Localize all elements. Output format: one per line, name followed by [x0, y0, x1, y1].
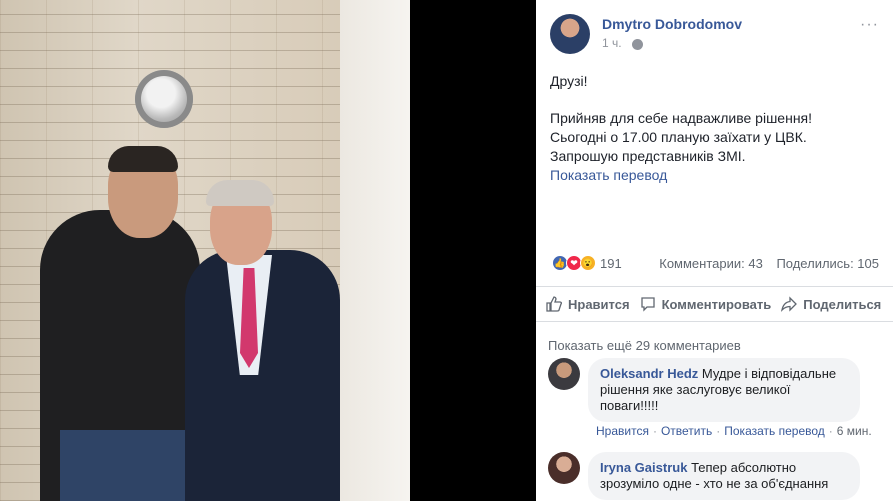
share-button-label: Поделиться	[803, 296, 882, 312]
comment-avatar[interactable]	[548, 358, 580, 390]
like-button[interactable]: Нравится	[546, 296, 630, 312]
comment-like-link[interactable]: Нравится	[596, 424, 649, 438]
comment-time[interactable]: 6 мин.	[837, 424, 872, 438]
comment-author[interactable]: Oleksandr Hedz	[600, 366, 698, 381]
photo-wall-right	[340, 0, 410, 501]
post-greeting: Друзі!	[550, 73, 588, 89]
person-right-hair	[206, 180, 274, 206]
globe-icon	[632, 39, 643, 50]
share-arrow-icon	[781, 296, 798, 312]
reactions-count[interactable]: 191	[600, 256, 622, 271]
comment-button[interactable]: Комментировать	[640, 296, 772, 312]
comments-count[interactable]: Комментарии: 43	[659, 256, 763, 271]
post-text: Друзі! Прийняв для себе надважливе рішен…	[550, 72, 880, 185]
translate-link[interactable]: Показать перевод	[550, 166, 880, 185]
author-avatar[interactable]	[550, 14, 590, 54]
author-name[interactable]: Dmytro Dobrodomov	[602, 16, 742, 32]
comment-meta: Нравится · Ответить · Показать перевод · 6 мин…	[596, 424, 872, 438]
speech-bubble-icon	[640, 296, 656, 312]
comment-translate-link[interactable]: Показать перевод	[724, 424, 825, 438]
shares-count[interactable]: Поделились: 105	[776, 256, 879, 271]
comment-author[interactable]: Iryna Gaistruk	[600, 460, 687, 475]
post-side-panel: Dmytro Dobrodomov 1 ч. ··· Друзі! Прийня…	[536, 0, 893, 501]
comment-bubble: Oleksandr Hedz Мудре і відповідальне ріш…	[588, 358, 860, 422]
post-counts: Комментарии: 43 Поделились: 105	[649, 256, 879, 271]
post-line: Сьогодні о 17.00 планую заїхати у ЦВК.	[550, 129, 807, 145]
like-button-label: Нравится	[568, 296, 630, 312]
post-line: Прийняв для себе надважливе рішення!	[550, 110, 813, 126]
thumbs-up-icon	[546, 296, 563, 312]
more-icon[interactable]: ···	[860, 16, 879, 34]
wall-lamp	[135, 70, 193, 128]
comment-bubble: Iryna Gaistruk Тепер абсолютно зрозуміло…	[588, 452, 860, 500]
wow-reaction-icon: 😮	[580, 255, 596, 271]
post-actions: Нравится Комментировать Поделиться	[536, 286, 893, 322]
show-more-comments[interactable]: Показать ещё 29 комментариев	[548, 338, 741, 353]
comment-reply-link[interactable]: Ответить	[661, 424, 712, 438]
comment-button-label: Комментировать	[661, 296, 772, 312]
comment-avatar[interactable]	[548, 452, 580, 484]
person-left-jeans	[60, 430, 190, 501]
share-button[interactable]: Поделиться	[781, 296, 881, 312]
person-left-hair	[108, 146, 178, 172]
post-photo[interactable]	[0, 0, 410, 501]
post-time[interactable]: 1 ч.	[602, 36, 622, 50]
post-line: Запрошую представників ЗМІ.	[550, 148, 746, 164]
